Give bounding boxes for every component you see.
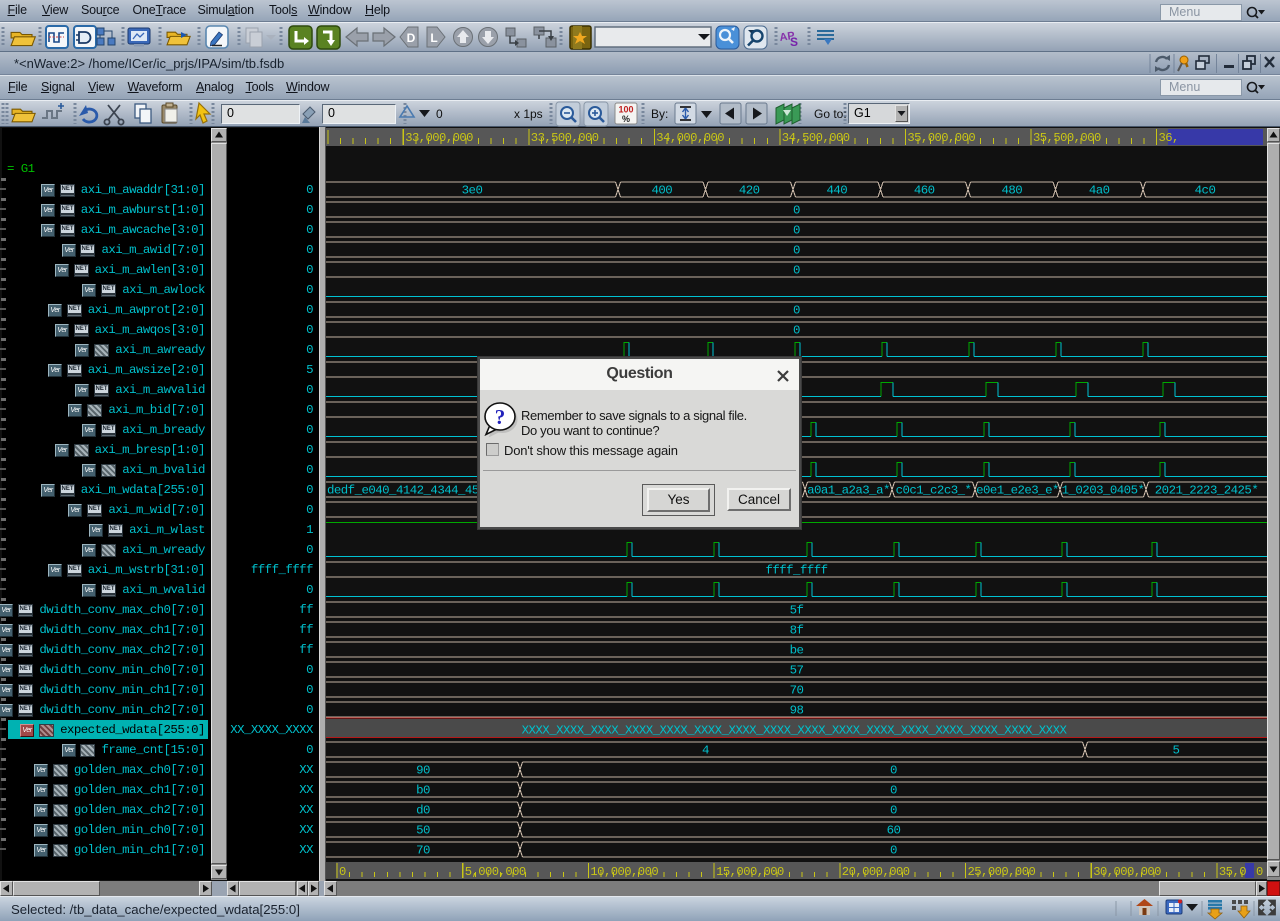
svg-text:?: ? xyxy=(495,405,506,429)
